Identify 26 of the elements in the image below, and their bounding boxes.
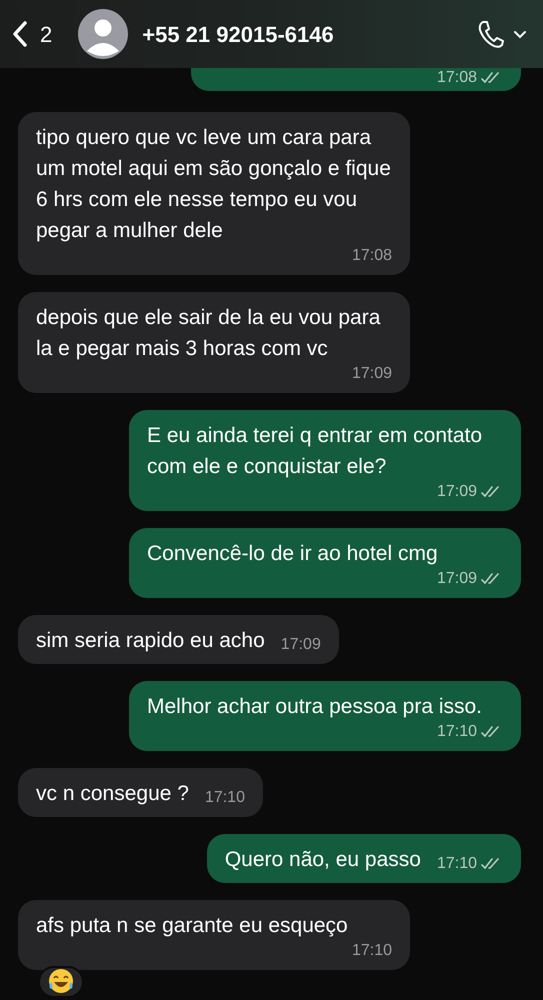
message-text: depois que ele sair de la eu vou para la e pegar mais 3 horas com vc (36, 305, 382, 362)
message-text: sim seria rapido eu acho (36, 628, 265, 654)
message-time: 17:10 (204, 788, 245, 808)
message-time: 17:08 (436, 68, 477, 88)
message-time: 17:09 (436, 569, 477, 589)
message-text: Melhor achar outra pessoa pra isso. (147, 694, 482, 720)
contact-title[interactable]: +55 21 92015-6146 (142, 18, 334, 50)
unread-count: 2 (40, 20, 52, 48)
message-text: Quero não, eu passo (224, 847, 421, 873)
avatar-icon[interactable] (78, 9, 128, 59)
message-time: 17:09 (280, 635, 321, 655)
message-text: Convencê-lo de ir ao hotel cmg (147, 541, 438, 567)
message-time: 17:10 (352, 941, 392, 961)
back-button[interactable]: 2 (12, 18, 52, 50)
message-time: 17:10 (436, 722, 477, 742)
message-text: afs puta n se garante eu esqueço (36, 913, 348, 939)
message-text: tipo quero que vc leve um cara para um motel aqui em são gonçalo e fique 6 hrs com ele nesse tempo eu vou pegar a mulher dele (36, 125, 392, 244)
phone-icon[interactable] (477, 19, 505, 49)
message-text: E eu ainda terei q entrar em contato com ele e conquistar ele? (147, 423, 484, 480)
chevron-down-icon[interactable] (513, 30, 527, 38)
back-chevron-icon (12, 21, 28, 47)
message-text: vc n consegue ? (36, 781, 189, 807)
message-time: 17:10 (436, 854, 477, 874)
message-time: 17:09 (436, 482, 477, 502)
message-time: 17:08 (352, 246, 392, 266)
message-time: 17:09 (352, 364, 392, 384)
